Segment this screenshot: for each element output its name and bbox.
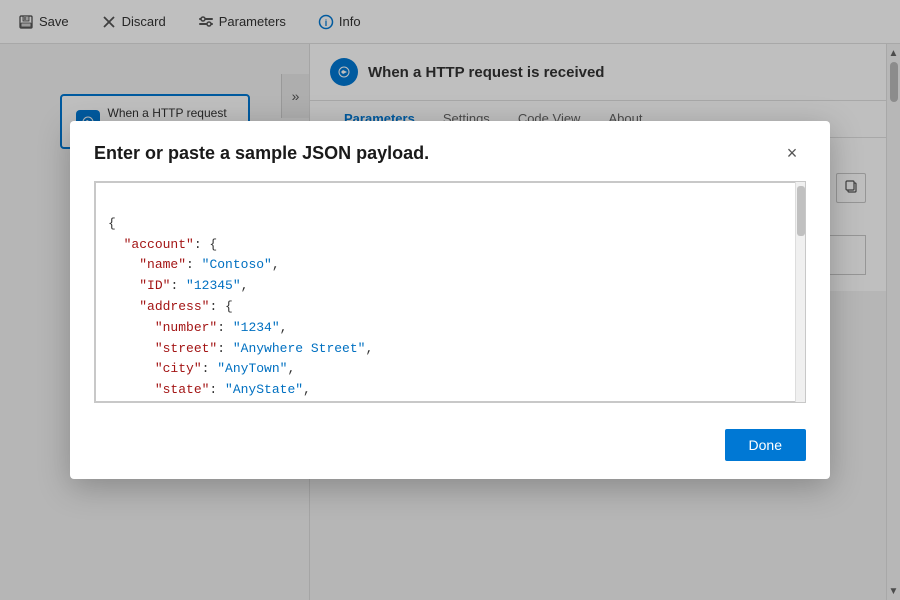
modal-close-button[interactable]: × <box>778 139 806 167</box>
json-editor-wrapper: { "account": { "name": "Contoso", "ID": … <box>94 181 806 403</box>
editor-scrollbar[interactable] <box>795 182 805 402</box>
modal-overlay: Enter or paste a sample JSON payload. × … <box>0 0 900 600</box>
editor-scrollbar-thumb[interactable] <box>797 186 805 236</box>
modal-title: Enter or paste a sample JSON payload. <box>94 143 429 164</box>
json-payload-modal: Enter or paste a sample JSON payload. × … <box>70 121 830 479</box>
done-button[interactable]: Done <box>725 429 806 461</box>
modal-header: Enter or paste a sample JSON payload. × <box>70 121 830 181</box>
modal-body: { "account": { "name": "Contoso", "ID": … <box>70 181 830 419</box>
json-editor[interactable]: { "account": { "name": "Contoso", "ID": … <box>95 182 805 402</box>
modal-footer: Done <box>70 419 830 479</box>
